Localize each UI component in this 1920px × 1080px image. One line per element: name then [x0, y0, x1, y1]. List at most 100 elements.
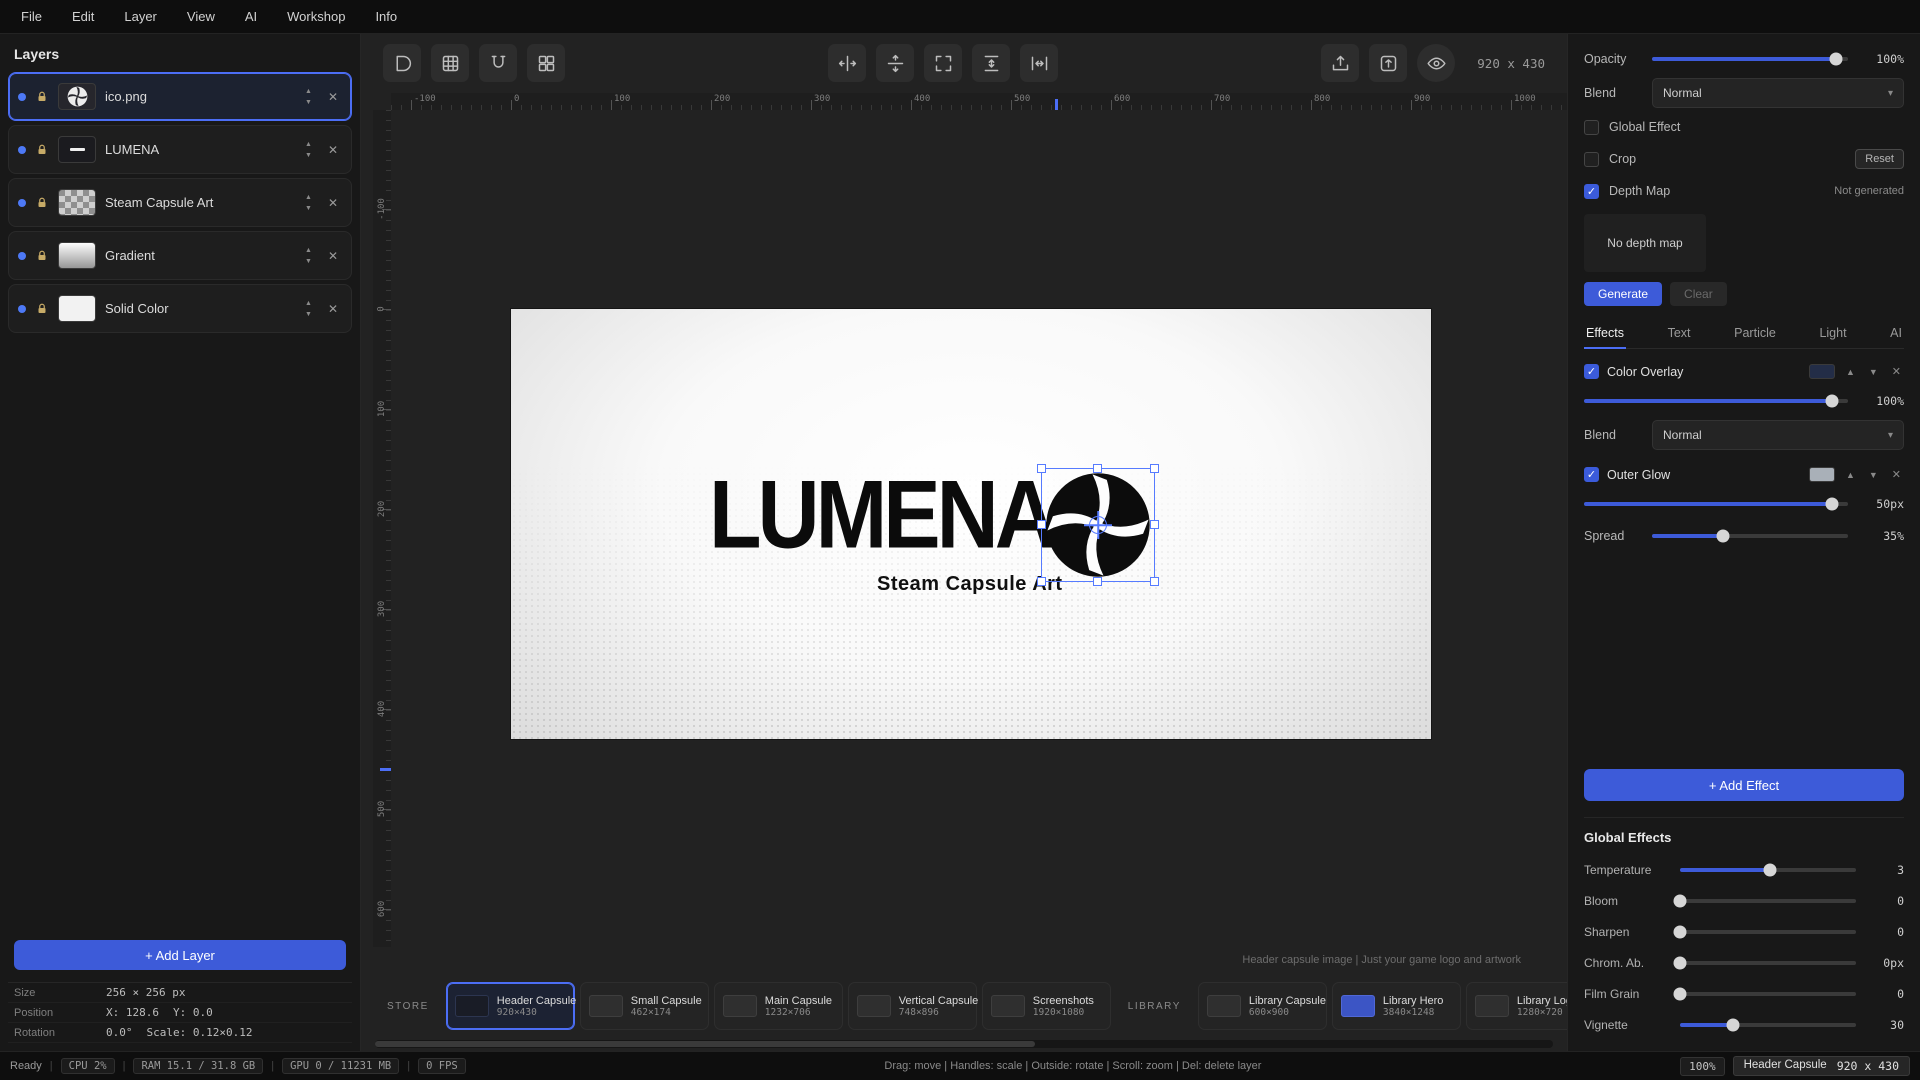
selection-box[interactable] [1041, 468, 1155, 582]
layer-lock-toggle[interactable] [35, 197, 49, 209]
move-effect-up-icon[interactable]: ▲ [1843, 365, 1858, 379]
template-screenshots[interactable]: Screenshots 1920×1080 [982, 982, 1111, 1030]
layer-row-gradient[interactable]: Gradient ▲ ▼ ✕ [8, 231, 352, 280]
template-vertical-capsule[interactable]: Vertical Capsule 748×896 [848, 982, 977, 1030]
layer-move-down-icon[interactable]: ▼ [302, 310, 315, 319]
distribute-vertical-icon[interactable] [972, 44, 1010, 82]
visibility-eye-icon[interactable] [1417, 44, 1455, 82]
menu-layer[interactable]: Layer [109, 0, 172, 34]
layer-visibility-dot[interactable] [18, 199, 26, 207]
layer-delete-icon[interactable]: ✕ [324, 141, 342, 159]
template-header-capsule[interactable]: Header Capsule 920×430 [446, 982, 575, 1030]
layer-lock-toggle[interactable] [35, 303, 49, 315]
remove-effect-icon[interactable]: ✕ [1889, 466, 1904, 483]
tab-light[interactable]: Light [1817, 320, 1848, 348]
layer-move-up-icon[interactable]: ▲ [302, 246, 315, 255]
depth-map-checkbox[interactable] [1584, 184, 1599, 199]
layer-move-down-icon[interactable]: ▼ [302, 257, 315, 266]
canvas-subtitle-text[interactable]: Steam Capsule Art [877, 573, 1063, 596]
layer-move-up-icon[interactable]: ▲ [302, 299, 315, 308]
menu-file[interactable]: File [6, 0, 57, 34]
resize-handle-sw[interactable] [1037, 577, 1046, 586]
menu-workshop[interactable]: Workshop [272, 0, 360, 34]
distribute-horizontal-icon[interactable] [1020, 44, 1058, 82]
layer-move-up-icon[interactable]: ▲ [302, 140, 315, 149]
layer-row-solid-color[interactable]: Solid Color ▲ ▼ ✕ [8, 284, 352, 333]
zoom-level[interactable]: 100% [1680, 1057, 1725, 1076]
move-effect-up-icon[interactable]: ▲ [1843, 468, 1858, 482]
canvas-title-text[interactable]: LUMENA [709, 467, 1053, 563]
move-effect-down-icon[interactable]: ▼ [1866, 365, 1881, 379]
menu-view[interactable]: View [172, 0, 230, 34]
menu-info[interactable]: Info [360, 0, 412, 34]
template-library-hero[interactable]: Library Hero 3840×1248 [1332, 982, 1461, 1030]
layer-delete-icon[interactable]: ✕ [324, 88, 342, 106]
layer-move-down-icon[interactable]: ▼ [302, 151, 315, 160]
mask-tool-icon[interactable] [383, 44, 421, 82]
layer-lock-toggle[interactable] [35, 91, 49, 103]
template-small-capsule[interactable]: Small Capsule 462×174 [580, 982, 709, 1030]
move-effect-down-icon[interactable]: ▼ [1866, 468, 1881, 482]
layer-move-down-icon[interactable]: ▼ [302, 204, 315, 213]
effect-amount-slider[interactable] [1584, 399, 1848, 403]
resize-handle-s[interactable] [1093, 577, 1102, 586]
clear-depth-button[interactable]: Clear [1670, 282, 1727, 306]
template-main-capsule[interactable]: Main Capsule 1232×706 [714, 982, 843, 1030]
tab-ai[interactable]: AI [1888, 320, 1904, 348]
layer-lock-toggle[interactable] [35, 144, 49, 156]
temperature-slider[interactable] [1680, 868, 1856, 872]
add-effect-button[interactable]: + Add Effect [1584, 769, 1904, 801]
template-library-logo[interactable]: Library Logo 1280×720 [1466, 982, 1567, 1030]
snap-magnet-icon[interactable] [479, 44, 517, 82]
layer-row-ico-png[interactable]: ico.png ▲ ▼ ✕ [8, 72, 352, 121]
reset-crop-button[interactable]: Reset [1855, 149, 1904, 169]
template-library-capsule[interactable]: Library Capsule 600×900 [1198, 982, 1327, 1030]
horizontal-scrollbar[interactable] [375, 1040, 1553, 1048]
vertical-ruler[interactable]: -1000100200300400500600 [373, 110, 391, 947]
menu-ai[interactable]: AI [230, 0, 272, 34]
horizontal-ruler[interactable]: -10001002003004005006007008009001000 [391, 93, 1567, 110]
tab-effects[interactable]: Effects [1584, 320, 1626, 348]
layer-delete-icon[interactable]: ✕ [324, 300, 342, 318]
layer-move-up-icon[interactable]: ▲ [302, 193, 315, 202]
fit-view-icon[interactable] [924, 44, 962, 82]
tab-particle[interactable]: Particle [1732, 320, 1778, 348]
layer-visibility-dot[interactable] [18, 252, 26, 260]
blend-dropdown[interactable]: Normal ▾ [1652, 78, 1904, 108]
artwork-canvas[interactable]: LUMENA Steam Capsule Art [511, 309, 1431, 739]
effect-amount-slider[interactable] [1584, 502, 1848, 506]
remove-effect-icon[interactable]: ✕ [1889, 363, 1904, 380]
add-layer-button[interactable]: + Add Layer [14, 940, 346, 970]
scrollbar-thumb[interactable] [375, 1041, 1035, 1047]
layer-lock-toggle[interactable] [35, 250, 49, 262]
layer-move-up-icon[interactable]: ▲ [302, 87, 315, 96]
film-grain-slider[interactable] [1680, 992, 1856, 996]
layer-move-down-icon[interactable]: ▼ [302, 98, 315, 107]
layer-visibility-dot[interactable] [18, 305, 26, 313]
layer-delete-icon[interactable]: ✕ [324, 247, 342, 265]
align-vertical-center-icon[interactable] [876, 44, 914, 82]
selection-center-icon[interactable] [1089, 516, 1107, 534]
color-swatch[interactable] [1809, 364, 1835, 379]
global-effect-checkbox[interactable] [1584, 120, 1599, 135]
vignette-slider[interactable] [1680, 1023, 1856, 1027]
bloom-slider[interactable] [1680, 899, 1856, 903]
menu-edit[interactable]: Edit [57, 0, 109, 34]
chrom-ab-slider[interactable] [1680, 961, 1856, 965]
layer-visibility-dot[interactable] [18, 93, 26, 101]
resize-handle-nw[interactable] [1037, 464, 1046, 473]
resize-handle-se[interactable] [1150, 577, 1159, 586]
layer-delete-icon[interactable]: ✕ [324, 194, 342, 212]
grid-icon[interactable] [431, 44, 469, 82]
tab-text[interactable]: Text [1666, 320, 1693, 348]
effect-blend-dropdown[interactable]: Normal ▾ [1652, 420, 1904, 450]
crop-checkbox[interactable] [1584, 152, 1599, 167]
generate-depth-button[interactable]: Generate [1584, 282, 1662, 306]
tile-grid-icon[interactable] [527, 44, 565, 82]
resize-handle-e[interactable] [1150, 520, 1159, 529]
effect-enabled-checkbox[interactable] [1584, 364, 1599, 379]
opacity-slider[interactable] [1652, 57, 1848, 61]
layer-row-steam-capsule-art[interactable]: Steam Capsule Art ▲ ▼ ✕ [8, 178, 352, 227]
effect-enabled-checkbox[interactable] [1584, 467, 1599, 482]
layer-row-lumena[interactable]: LUMENA ▲ ▼ ✕ [8, 125, 352, 174]
